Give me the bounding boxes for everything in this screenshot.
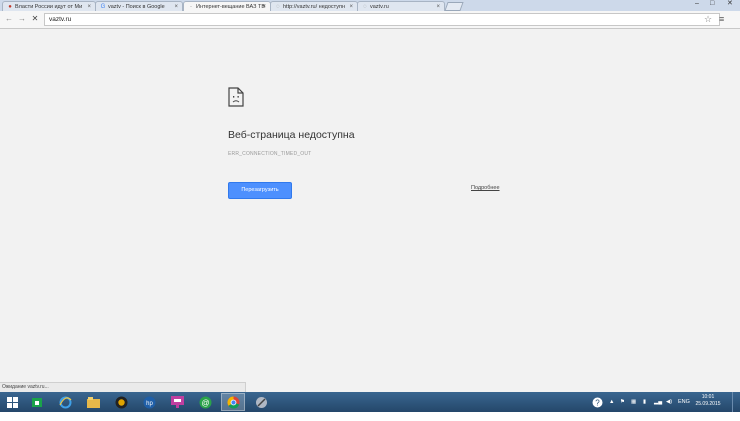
help-icon[interactable]: ? <box>592 392 603 412</box>
tray-volume-icon[interactable]: ◀) <box>666 392 672 412</box>
bottom-strip <box>0 412 740 421</box>
explorer-icon[interactable] <box>81 393 105 411</box>
chrome-icon[interactable] <box>221 393 245 411</box>
taskbar-clock[interactable]: 10:01 25.09.2015 <box>693 394 723 408</box>
media-icon[interactable] <box>109 393 133 411</box>
svg-text:?: ? <box>595 398 600 407</box>
store-icon[interactable] <box>25 393 49 411</box>
clock-time: 10:01 <box>701 394 715 400</box>
bookmark-star-icon[interactable]: ☆ <box>704 13 712 25</box>
tab-label: Интернет-вещание ВАЗ ТВ <box>196 4 265 10</box>
address-bar[interactable]: vaztv.ru <box>44 13 720 26</box>
chrome-menu-icon[interactable]: ≡ <box>719 13 724 25</box>
tab-label: Власти России идут от Ми <box>15 4 83 10</box>
back-button[interactable]: ← <box>4 13 14 25</box>
svg-text:@: @ <box>201 398 209 407</box>
sad-page-icon <box>228 87 244 112</box>
error-title: Веб-страница недоступна <box>228 129 355 141</box>
hp-icon[interactable]: hp <box>137 393 161 411</box>
clock-date: 25.09.2015 <box>695 401 721 407</box>
tab-label: http://vaztv.ru/ недоступн <box>283 4 346 10</box>
language-indicator[interactable]: ENG <box>678 392 690 412</box>
tab-label: vaztv.ru <box>370 4 389 10</box>
browser-toolbar: ← → ✕ vaztv.ru ☆ ≡ <box>0 11 740 29</box>
tray-signal-icon[interactable]: ▂▄ <box>654 392 662 412</box>
windows-taskbar: hp @ ? ▲ ⚑ ▦ ▮ ▂▄ ◀) ENG 10:01 25.09.201… <box>0 392 740 412</box>
tray-network-icon[interactable]: ▦ <box>631 392 636 412</box>
tab-strip: ● Власти России идут от Ми × Gvaztv - Пои… <box>0 0 740 12</box>
error-code: ERR_CONNECTION_TIMED_OUT <box>228 151 312 157</box>
minimize-button[interactable]: – <box>695 0 699 8</box>
maximize-button[interactable]: □ <box>710 0 714 8</box>
status-bubble: Ожидание vaztv.ru... <box>0 382 246 392</box>
stop-button[interactable]: ✕ <box>30 13 40 25</box>
tab-label: vaztv - Поиск в Google <box>108 4 165 10</box>
svg-text:hp: hp <box>146 401 153 407</box>
tray-battery-icon[interactable]: ▮ <box>643 392 646 412</box>
new-tab-button[interactable] <box>444 2 464 11</box>
mail-icon[interactable]: @ <box>193 393 217 411</box>
app-icon[interactable] <box>165 393 189 411</box>
show-desktop-button[interactable] <box>732 392 740 412</box>
url-text: vaztv.ru <box>49 16 72 23</box>
tool-icon[interactable] <box>249 393 273 411</box>
tray-expand-icon[interactable]: ▲ <box>609 392 614 412</box>
start-icon[interactable] <box>0 393 24 411</box>
forward-button[interactable]: → <box>17 13 27 25</box>
tray-flag-icon[interactable]: ⚑ <box>620 392 625 412</box>
reload-button[interactable]: Перезагрузить <box>228 182 292 199</box>
details-link[interactable]: Подробнее <box>471 185 500 191</box>
close-window-button[interactable]: ✕ <box>727 0 733 8</box>
ie-icon[interactable] <box>53 393 77 411</box>
page-content: Веб-страница недоступна ERR_CONNECTION_T… <box>0 29 740 392</box>
